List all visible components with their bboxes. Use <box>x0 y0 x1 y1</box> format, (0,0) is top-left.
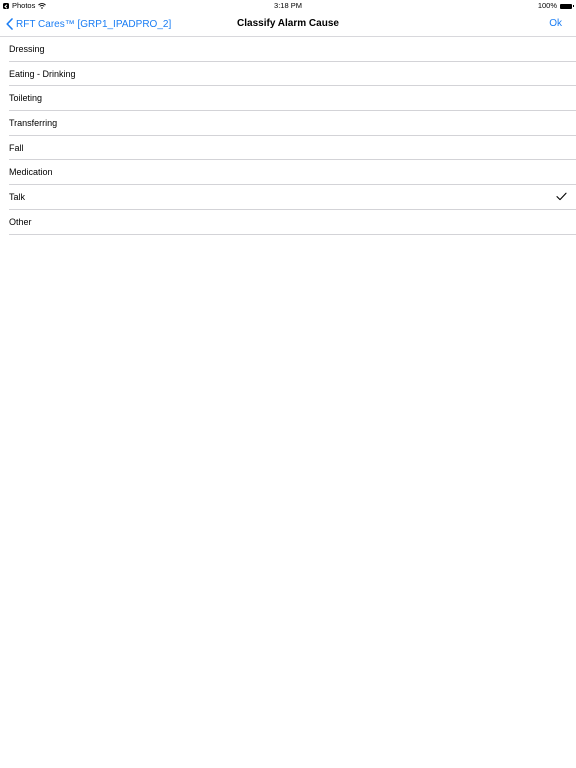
list-item-label: Fall <box>9 142 24 153</box>
alarm-cause-list: Dressing Eating - Drinking Toileting Tra… <box>0 37 576 235</box>
navigation-bar: RFT Cares™ [GRP1_IPADPRO_2] Classify Ala… <box>0 12 576 37</box>
battery-percent: 100% <box>537 1 557 10</box>
list-item-medication[interactable]: Medication <box>0 160 576 185</box>
list-item-toileting[interactable]: Toileting <box>0 86 576 111</box>
list-item-other[interactable]: Other <box>0 210 576 235</box>
list-item-transferring[interactable]: Transferring <box>0 111 576 136</box>
battery-icon <box>560 3 574 9</box>
list-item-label: Eating - Drinking <box>9 68 76 79</box>
list-item-talk[interactable]: Talk <box>0 185 576 210</box>
status-time: 3:18 PM <box>274 1 302 10</box>
list-item-eating-drinking[interactable]: Eating - Drinking <box>0 62 576 87</box>
list-item-label: Dressing <box>9 44 45 54</box>
list-item-label: Medication <box>9 167 53 178</box>
ok-button[interactable]: Ok <box>549 12 562 36</box>
list-item-label: Toileting <box>9 93 43 104</box>
list-item-dressing[interactable]: Dressing <box>0 37 576 62</box>
checkmark-icon <box>556 192 567 201</box>
page-title: Classify Alarm Cause <box>237 18 339 29</box>
list-item-label: Other <box>9 216 32 227</box>
status-right: 100% <box>537 0 574 12</box>
list-item-fall[interactable]: Fall <box>0 136 576 161</box>
list-item-label: Talk <box>9 192 26 203</box>
status-bar: Photos 3:18 PM 100% <box>0 0 576 12</box>
list-item-label: Transferring <box>9 118 58 129</box>
